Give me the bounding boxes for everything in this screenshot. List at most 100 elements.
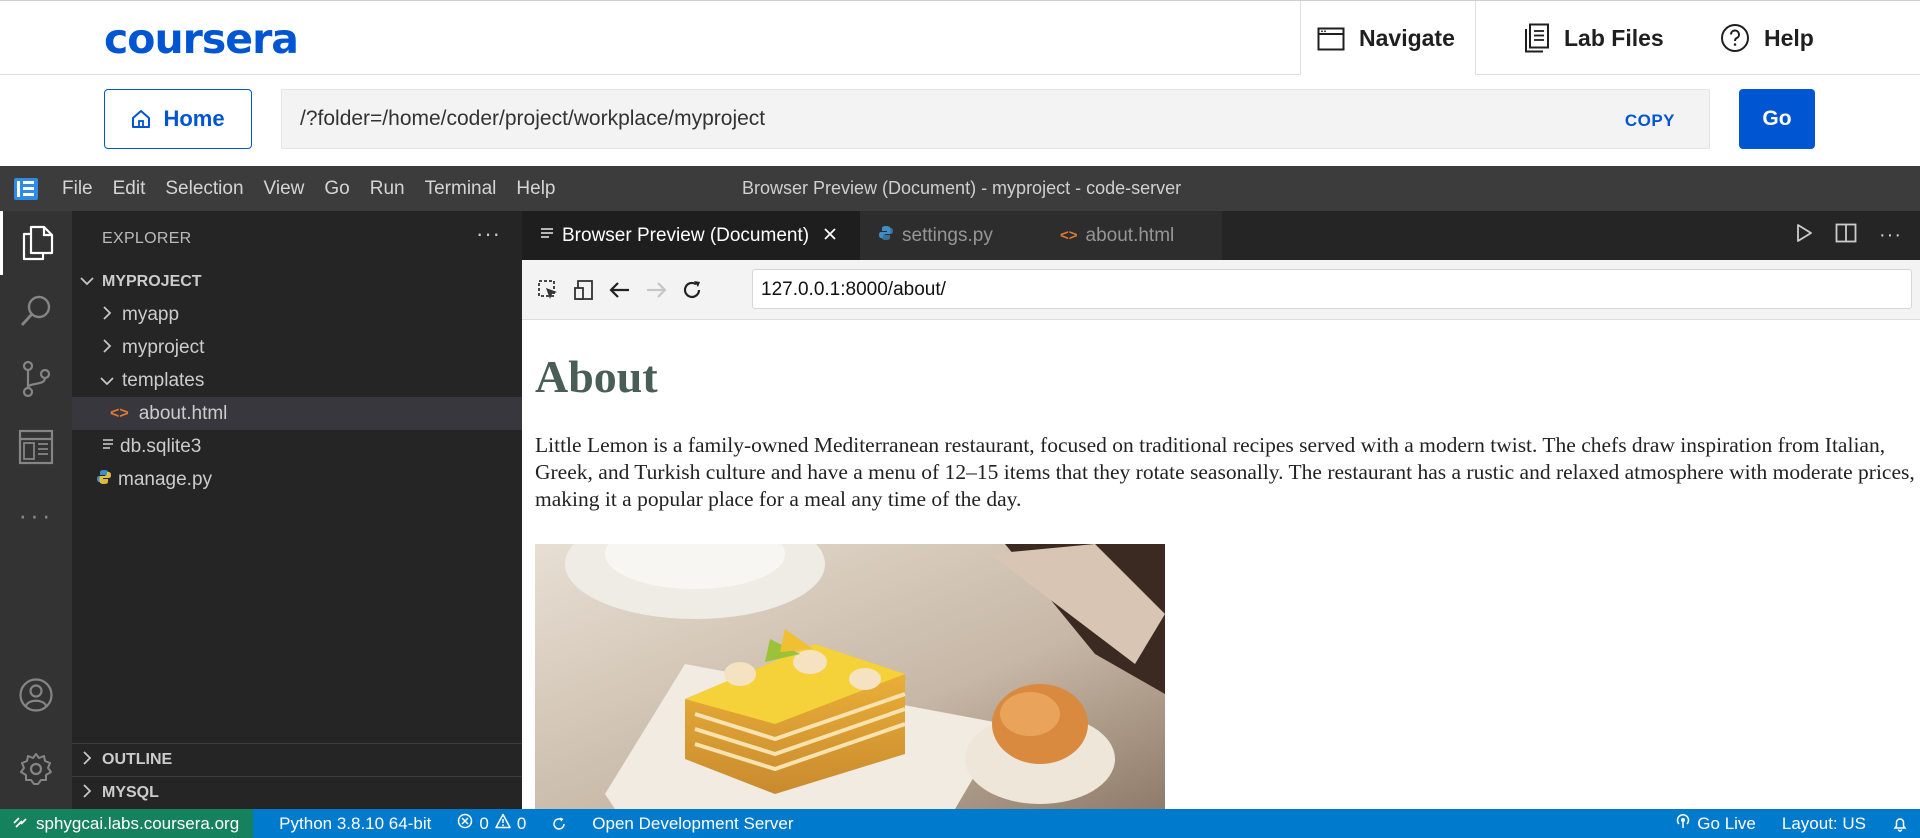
forward-arrow-icon[interactable] [644, 278, 668, 302]
remote-icon [12, 813, 28, 834]
notifications-bell-icon[interactable] [1892, 816, 1908, 832]
more-actions-icon[interactable]: ··· [1879, 224, 1902, 247]
menu-terminal[interactable]: Terminal [415, 178, 507, 200]
tab-label: Browser Preview (Document) [562, 224, 810, 246]
path-input[interactable]: /?folder=/home/coder/project/workplace/m… [281, 89, 1710, 149]
tab-about-html[interactable]: <> about.html [1042, 211, 1222, 260]
python-interpreter[interactable]: Python 3.8.10 64-bit [279, 814, 431, 834]
tab-settings-py[interactable]: settings.py [860, 211, 1042, 260]
code-server-logo-icon[interactable] [14, 177, 38, 200]
search-icon[interactable] [0, 279, 72, 343]
account-icon[interactable] [0, 663, 72, 727]
coursera-logo[interactable]: coursera [104, 15, 299, 63]
split-editor-icon[interactable] [1835, 223, 1857, 248]
tree-item-myapp[interactable]: myapp [72, 298, 522, 331]
menu-run[interactable]: Run [360, 178, 415, 200]
url-input[interactable]: 127.0.0.1:8000/about/ [752, 269, 1912, 309]
menu-help[interactable]: Help [506, 178, 565, 200]
mysql-section-header[interactable]: MYSQL [72, 776, 522, 809]
explorer-title: EXPLORER [102, 230, 192, 247]
outline-section-header[interactable]: OUTLINE [72, 743, 522, 776]
tree-item-myproject[interactable]: myproject [72, 331, 522, 364]
help-button[interactable]: Help [1704, 1, 1830, 75]
tab-label: about.html [1085, 224, 1175, 246]
editor-tabs: Browser Preview (Document) settings.py <… [522, 211, 1920, 260]
files-icon [1525, 23, 1549, 53]
lab-files-button[interactable]: Lab Files [1508, 1, 1680, 75]
explorer-sidebar: EXPLORER ··· MYPROJECT myapp myproject t… [72, 211, 522, 809]
menu-bar: File Edit Selection View Go Run Terminal… [0, 166, 1920, 211]
device-toggle-icon[interactable] [572, 278, 596, 302]
browser-preview: 127.0.0.1:8000/about/ About Little Lemon… [522, 260, 1920, 809]
preview-page: About Little Lemon is a family-owned Med… [522, 320, 1920, 809]
go-live-label: Go Live [1697, 813, 1756, 833]
chevron-right-icon [96, 337, 118, 359]
chevron-right-icon [96, 304, 118, 326]
home-icon [132, 110, 151, 128]
settings-gear-icon[interactable] [0, 737, 72, 801]
menu-view[interactable]: View [254, 178, 315, 200]
chevron-right-icon [76, 750, 98, 770]
text-file-icon [102, 436, 114, 458]
tree-item-db-sqlite3[interactable]: db.sqlite3 [72, 430, 522, 463]
remote-indicator[interactable]: sphygcai.labs.coursera.org [0, 809, 254, 838]
menu-go[interactable]: Go [314, 178, 359, 200]
tree-item-label: myapp [122, 303, 180, 325]
tree-item-label: templates [122, 369, 205, 391]
coursera-header: coursera Navigate Lab Files Help [0, 0, 1920, 76]
help-label: Help [1764, 24, 1814, 51]
html-file-icon: <> [1060, 227, 1078, 244]
go-live-button[interactable]: Go Live [1675, 813, 1756, 834]
tree-item-about-html[interactable]: <> about.html [72, 397, 522, 430]
project-folder-header[interactable]: MYPROJECT [72, 266, 522, 298]
open-development-server-button[interactable]: Open Development Server [592, 814, 793, 834]
go-button[interactable]: Go [1739, 89, 1815, 149]
explorer-activity-icon[interactable] [0, 211, 72, 275]
warning-icon [495, 813, 511, 834]
tab-browser-preview[interactable]: Browser Preview (Document) [522, 211, 860, 260]
copy-button[interactable]: COPY [1625, 111, 1675, 131]
browser-preview-icon[interactable] [0, 415, 72, 479]
back-arrow-icon[interactable] [608, 278, 632, 302]
home-button[interactable]: Home [104, 89, 252, 149]
code-server-window: File Edit Selection View Go Run Terminal… [0, 166, 1920, 838]
tree-item-label: manage.py [118, 468, 213, 490]
browser-toolbar: 127.0.0.1:8000/about/ [522, 260, 1920, 320]
page-paragraph: Little Lemon is a family-owned Mediterra… [535, 433, 1915, 511]
explorer-more-actions-icon[interactable]: ··· [476, 221, 501, 247]
path-value: /?folder=/home/coder/project/workplace/m… [300, 107, 766, 130]
cake-illustration [535, 544, 1165, 809]
chevron-right-icon [76, 783, 98, 803]
status-bar: sphygcai.labs.coursera.org Python 3.8.10… [0, 809, 1920, 838]
tab-label: settings.py [902, 224, 993, 246]
lab-files-label: Lab Files [1564, 24, 1664, 51]
problems-indicator[interactable]: 0 0 [457, 813, 526, 834]
navigate-label: Navigate [1359, 25, 1455, 51]
menu-edit[interactable]: Edit [103, 178, 156, 200]
run-icon[interactable] [1795, 223, 1813, 248]
outline-label: OUTLINE [102, 751, 173, 768]
remote-host: sphygcai.labs.coursera.org [36, 813, 240, 833]
menu-file[interactable]: File [52, 178, 103, 200]
keyboard-layout[interactable]: Layout: US [1782, 814, 1866, 834]
status-right: Go Live Layout: US [1649, 809, 1920, 838]
help-circle-icon [1721, 24, 1749, 52]
close-icon[interactable] [823, 225, 837, 247]
html-file-icon: <> [110, 404, 129, 422]
activity-bar: ··· [0, 211, 72, 809]
chevron-down-icon [76, 273, 98, 291]
tree-item-label: myproject [122, 336, 205, 358]
inspect-icon[interactable] [536, 278, 560, 302]
reload-icon[interactable] [680, 278, 704, 302]
sync-icon[interactable] [552, 817, 566, 831]
home-label: Home [163, 106, 225, 131]
error-icon [457, 813, 473, 834]
dessert-photo [535, 544, 1165, 809]
more-views-icon[interactable]: ··· [0, 483, 72, 547]
tree-item-manage-py[interactable]: manage.py [72, 463, 522, 496]
source-control-icon[interactable] [0, 347, 72, 411]
editor-actions: ··· [1795, 223, 1902, 248]
navigate-button[interactable]: Navigate [1300, 1, 1476, 76]
menu-selection[interactable]: Selection [155, 178, 253, 200]
tree-item-templates[interactable]: templates [72, 364, 522, 397]
